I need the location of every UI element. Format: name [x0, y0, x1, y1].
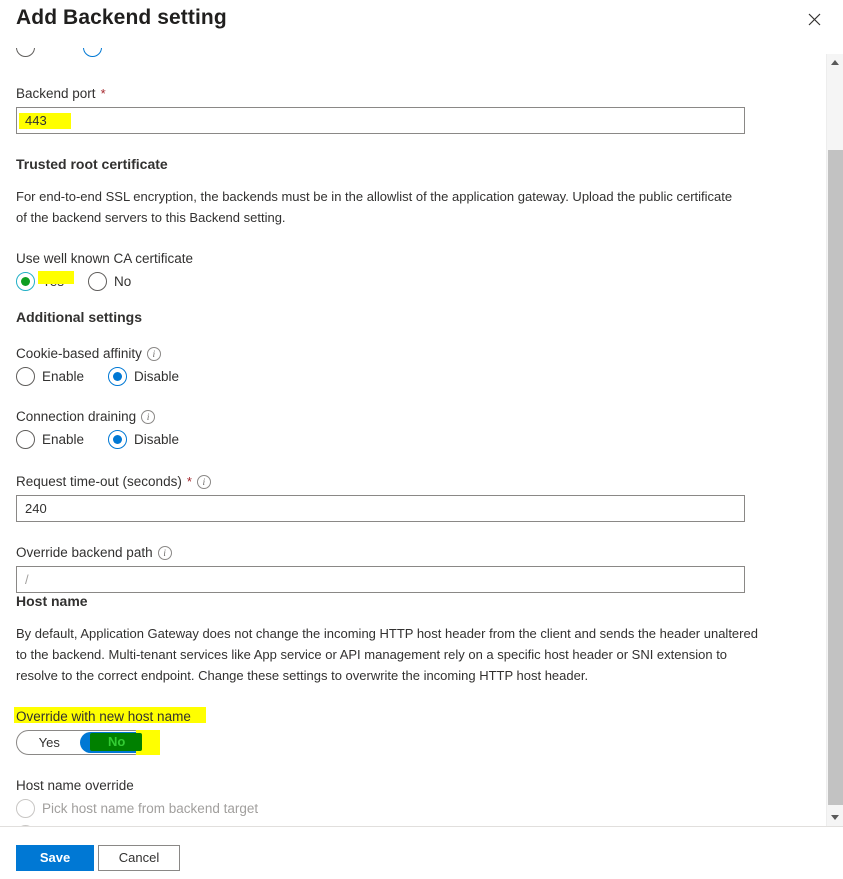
connection-draining-enable-label: Enable	[42, 430, 84, 449]
override-backend-path-placeholder: /	[25, 572, 29, 587]
override-host-name-field: Override with new host name Yes No No	[16, 708, 776, 755]
trusted-root-certificate-heading: Trusted root certificate	[16, 155, 761, 174]
host-name-section: Host name By default, Application Gatewa…	[16, 592, 776, 826]
well-known-ca-label: Use well known CA certificate	[16, 250, 761, 268]
override-backend-path-input[interactable]: /	[16, 566, 745, 593]
well-known-ca-option-no[interactable]: No	[88, 272, 131, 291]
clipped-radio-unselected	[16, 48, 35, 57]
radio-icon-pick-host-name	[16, 799, 35, 818]
override-host-name-label: Override with new host name	[16, 708, 776, 726]
backend-port-value: 443	[25, 113, 47, 128]
connection-draining-label-text: Connection draining	[16, 408, 136, 426]
radio-icon-yes	[16, 272, 35, 291]
trusted-root-certificate-description: For end-to-end SSL encryption, the backe…	[16, 186, 746, 228]
save-button[interactable]: Save	[16, 845, 94, 871]
chevron-up-icon[interactable]	[827, 54, 843, 71]
request-timeout-label-text: Request time-out (seconds)	[16, 473, 182, 491]
cookie-based-affinity-field: Cookie-based affinity i Enable Disable	[16, 345, 761, 386]
override-host-name-toggle[interactable]: Yes No	[16, 730, 147, 755]
host-name-override-pick-label: Pick host name from backend target	[42, 799, 258, 818]
scrollbar-thumb[interactable]	[828, 150, 843, 805]
backend-port-field: Backend port * 443	[16, 85, 761, 134]
host-name-override-label: Host name override	[16, 777, 776, 795]
toggle-option-no[interactable]: No	[82, 731, 147, 754]
trusted-root-certificate-section: Trusted root certificate For end-to-end …	[16, 155, 761, 291]
radio-icon-enable	[16, 367, 35, 386]
cookie-based-affinity-option-enable[interactable]: Enable	[16, 367, 84, 386]
well-known-ca-radio-group: Yes No	[16, 272, 761, 291]
override-backend-path-label-text: Override backend path	[16, 544, 153, 562]
radio-icon-enable	[16, 430, 35, 449]
toggle-option-yes[interactable]: Yes	[17, 731, 82, 754]
well-known-ca-option-yes[interactable]: Yes	[16, 272, 64, 291]
additional-settings-section: Additional settings Cookie-based affinit…	[16, 308, 761, 593]
well-known-ca-yes-label: Yes	[42, 272, 64, 291]
blade-content-scroll: Backend port * 443 Trusted root certific…	[0, 48, 843, 826]
info-icon[interactable]: i	[158, 546, 172, 560]
request-timeout-label: Request time-out (seconds) * i	[16, 473, 761, 491]
request-timeout-value: 240	[25, 501, 47, 516]
well-known-ca-no-label: No	[114, 272, 131, 291]
connection-draining-radio-group: Enable Disable	[16, 430, 761, 449]
connection-draining-disable-label: Disable	[134, 430, 179, 449]
connection-draining-option-enable[interactable]: Enable	[16, 430, 84, 449]
cookie-based-affinity-enable-label: Enable	[42, 367, 84, 386]
clipped-radio-row	[0, 48, 300, 58]
blade-header: Add Backend setting	[0, 0, 843, 48]
info-icon[interactable]: i	[141, 410, 155, 424]
backend-port-input[interactable]: 443	[16, 107, 745, 134]
connection-draining-label: Connection draining i	[16, 408, 761, 426]
request-timeout-field: Request time-out (seconds) * i 240	[16, 473, 761, 522]
radio-icon-disable	[108, 367, 127, 386]
blade-footer: Save Cancel	[0, 826, 843, 879]
host-name-override-radio-group: Pick host name from backend target Overr…	[16, 799, 776, 826]
host-name-description: By default, Application Gateway does not…	[16, 623, 764, 686]
vertical-scrollbar[interactable]	[826, 54, 843, 826]
request-timeout-input[interactable]: 240	[16, 495, 745, 522]
page-title: Add Backend setting	[16, 2, 227, 34]
cancel-button[interactable]: Cancel	[98, 845, 180, 871]
host-name-override-field: Host name override Pick host name from b…	[16, 777, 776, 826]
cookie-based-affinity-label-text: Cookie-based affinity	[16, 345, 142, 363]
override-host-name-toggle-wrap: Yes No No	[16, 730, 176, 755]
radio-icon-no	[88, 272, 107, 291]
required-asterisk: *	[187, 477, 192, 487]
clipped-radio-selected	[83, 48, 102, 57]
info-icon[interactable]: i	[197, 475, 211, 489]
connection-draining-field: Connection draining i Enable Disable	[16, 408, 761, 449]
close-icon[interactable]	[801, 6, 827, 32]
required-asterisk: *	[101, 89, 106, 99]
override-backend-path-label: Override backend path i	[16, 544, 761, 562]
cookie-based-affinity-disable-label: Disable	[134, 367, 179, 386]
radio-icon-disable	[108, 430, 127, 449]
override-backend-path-field: Override backend path i /	[16, 544, 761, 593]
host-name-heading: Host name	[16, 592, 776, 611]
backend-port-label-text: Backend port	[16, 85, 96, 103]
additional-settings-heading: Additional settings	[16, 308, 761, 327]
info-icon[interactable]: i	[147, 347, 161, 361]
cookie-based-affinity-label: Cookie-based affinity i	[16, 345, 761, 363]
connection-draining-option-disable[interactable]: Disable	[108, 430, 179, 449]
host-name-override-option-pick: Pick host name from backend target	[16, 799, 776, 818]
chevron-down-icon[interactable]	[827, 809, 843, 826]
add-backend-setting-blade: Add Backend setting Backend port *	[0, 0, 843, 879]
cookie-based-affinity-option-disable[interactable]: Disable	[108, 367, 179, 386]
well-known-ca-field: Use well known CA certificate Yes No	[16, 250, 761, 291]
cookie-based-affinity-radio-group: Enable Disable	[16, 367, 761, 386]
backend-port-label: Backend port *	[16, 85, 761, 103]
